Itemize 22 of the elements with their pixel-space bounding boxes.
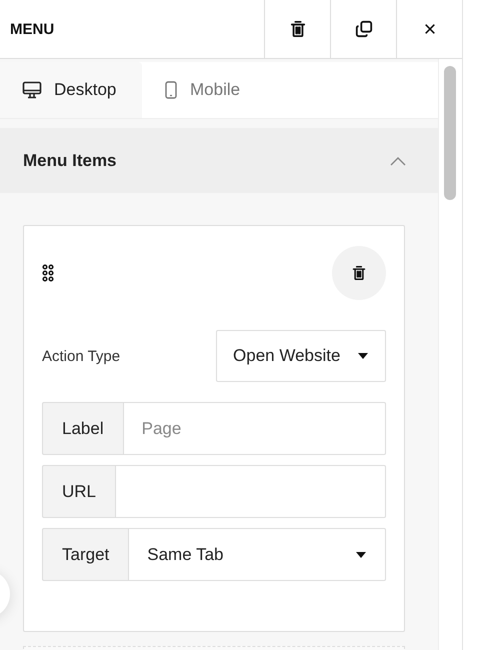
chevron-icon: [390, 156, 406, 166]
monitor-icon: [22, 81, 42, 99]
drag-handle-icon[interactable]: [42, 264, 54, 282]
panel-title: MENU: [9, 20, 56, 38]
action-type-select[interactable]: Open Website: [216, 330, 386, 382]
device-tab[interactable]: Desktop: [0, 62, 142, 118]
select-field[interactable]: Same Tab: [129, 528, 386, 581]
field-label: Label: [42, 402, 124, 455]
caret-icon: [357, 352, 370, 360]
field-label: Action Type: [42, 348, 120, 364]
trash-icon: [290, 20, 306, 38]
trash-icon: [352, 265, 366, 281]
copy-icon: [354, 20, 372, 38]
scrollbar-thumb[interactable]: [444, 66, 456, 200]
caret-icon: [355, 550, 368, 558]
input-field[interactable]: Page: [124, 402, 386, 455]
close-icon: [424, 23, 436, 35]
field-label: Target: [42, 528, 130, 581]
section-header[interactable]: Menu Items: [0, 128, 438, 193]
phone-icon: [164, 81, 178, 99]
field-label: URL: [42, 465, 116, 518]
input-field[interactable]: [116, 465, 386, 518]
